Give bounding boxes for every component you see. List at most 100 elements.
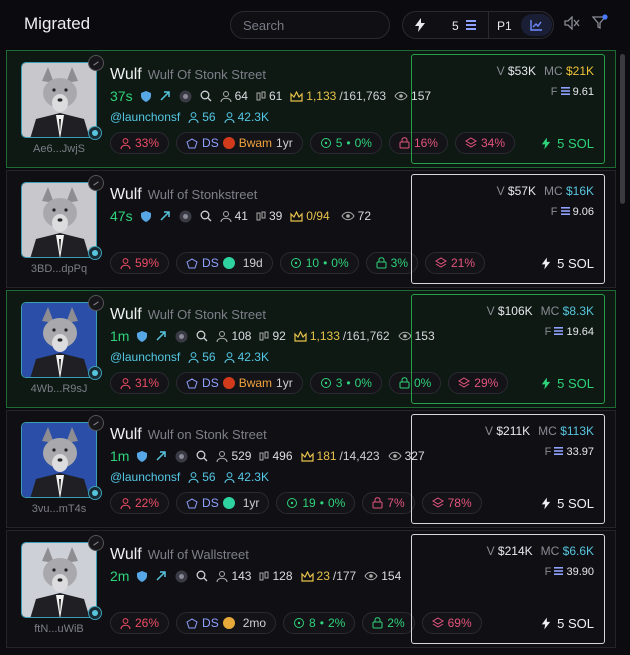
token-title[interactable]: Wulf Wulf Of Stonk Street [110, 306, 266, 324]
hide-icon[interactable] [88, 175, 104, 191]
globe-icon[interactable] [175, 330, 188, 343]
lock-icon [399, 377, 410, 389]
token-symbol: Wulf [110, 186, 142, 203]
market-panel[interactable]: V $57K MC $16K F 9.06 5 SOL [411, 174, 605, 284]
market-cap-value: $113K [560, 424, 594, 438]
globe-icon[interactable] [175, 450, 188, 463]
quick-buy-button[interactable]: 5 SOL [541, 136, 594, 151]
quick-buy-button[interactable]: 5 SOL [541, 376, 594, 391]
link-icon[interactable] [155, 450, 167, 462]
crown-icon [186, 617, 198, 628]
globe-icon[interactable] [179, 210, 192, 223]
snipers-pill[interactable]: 8 • 2% [283, 612, 356, 634]
top10-holders-pill[interactable]: 59% [110, 252, 170, 274]
market-cap-value: $6.6K [562, 544, 594, 558]
search-icon[interactable] [200, 210, 212, 222]
dexscreener-pill[interactable]: DS Bwam 1yr [176, 372, 303, 394]
hide-icon[interactable] [88, 415, 104, 431]
search-icon[interactable] [200, 90, 212, 102]
top10-holders-pill[interactable]: 22% [110, 492, 170, 514]
hide-icon[interactable] [88, 535, 104, 551]
top10-holders-pill[interactable]: 31% [110, 372, 170, 394]
volume-mc: V $214K MC $6.6K [486, 544, 594, 558]
mute-icon[interactable] [564, 16, 580, 30]
search-icon[interactable] [196, 570, 208, 582]
token-title[interactable]: Wulf Wulf of Wallstreet [110, 546, 249, 564]
fee-row: F 9.06 [550, 206, 594, 218]
token-symbol: Wulf [110, 66, 142, 83]
search-input[interactable]: Search [230, 11, 390, 39]
quick-buy-button[interactable]: 5 SOL [541, 256, 594, 271]
token-title[interactable]: Wulf Wulf of Stonkstreet [110, 186, 257, 204]
search-icon[interactable] [196, 330, 208, 342]
token-card[interactable]: 4Wb...R9sJ Wulf Wulf Of Stonk Street 1m 1… [6, 290, 616, 408]
tag-icon [222, 497, 235, 509]
token-card[interactable]: ftN...uWiB Wulf Wulf of Wallstreet 2m 143… [6, 530, 616, 648]
top10-holders-pill[interactable]: 26% [110, 612, 170, 634]
token-avatar[interactable] [21, 62, 97, 138]
snipers-pill[interactable]: 5 • 0% [309, 132, 382, 154]
holders-stat: 41 [220, 209, 248, 223]
twitter-handle[interactable]: @launchonsf [110, 470, 180, 484]
token-address[interactable]: 3BD...dpPq [21, 263, 97, 275]
lightning-icon [541, 377, 551, 390]
insiders-pill[interactable]: 2% [362, 612, 415, 634]
hide-icon[interactable] [88, 55, 104, 71]
divider [488, 12, 489, 38]
preset-button[interactable]: P1 [497, 19, 512, 33]
dexscreener-pill[interactable]: DS 2mo [176, 612, 277, 634]
globe-icon[interactable] [179, 90, 192, 103]
link-icon[interactable] [155, 570, 167, 582]
fee-row: F 33.97 [544, 446, 594, 458]
token-address[interactable]: ftN...uWiB [21, 623, 97, 635]
link-icon[interactable] [159, 210, 171, 222]
insiders-pill[interactable]: 7% [362, 492, 415, 514]
dexscreener-pill[interactable]: DS 19d [176, 252, 273, 274]
dexscreener-pill[interactable]: DS Bwam 1yr [176, 132, 303, 154]
market-panel[interactable]: V $211K MC $113K F 33.97 5 SOL [411, 414, 605, 524]
market-panel[interactable]: V $214K MC $6.6K F 39.90 5 SOL [411, 534, 605, 644]
token-age: 2m [110, 568, 130, 584]
sol-icon [560, 87, 570, 95]
token-card[interactable]: Ae6...JwjS Wulf Wulf Of Stonk Street 37s … [6, 50, 616, 168]
token-title[interactable]: Wulf Wulf Of Stonk Street [110, 66, 266, 84]
token-avatar[interactable] [21, 182, 97, 258]
token-avatar[interactable] [21, 302, 97, 378]
quick-buy-button[interactable]: 5 SOL [541, 496, 594, 511]
token-symbol: Wulf [110, 426, 142, 443]
top10-holders-pill[interactable]: 33% [110, 132, 170, 154]
lightning-icon[interactable] [414, 18, 426, 32]
token-avatar[interactable] [21, 542, 97, 618]
token-symbol: Wulf [110, 546, 142, 563]
token-card[interactable]: 3vu...mT4s Wulf Wulf on Stonk Street 1m 5… [6, 410, 616, 528]
market-panel[interactable]: V $53K MC $21K F 9.61 5 SOL [411, 54, 605, 164]
snipers-pill[interactable]: 3 • 0% [309, 372, 382, 394]
filter-icon[interactable] [592, 14, 608, 30]
dev-migrations-stat: 0/94 [290, 209, 332, 223]
search-icon[interactable] [196, 450, 208, 462]
snipers-pill[interactable]: 19 • 0% [276, 492, 356, 514]
token-stats-row: 37s 64 61 1,133/161,763 157 [110, 88, 431, 104]
users-icon [220, 90, 232, 102]
quick-buy-button[interactable]: 5 SOL [541, 616, 594, 631]
link-icon[interactable] [155, 330, 167, 342]
twitter-handle[interactable]: @launchonsf [110, 350, 180, 364]
token-address[interactable]: 3vu...mT4s [21, 503, 97, 515]
token-avatar[interactable] [21, 422, 97, 498]
hide-icon[interactable] [88, 295, 104, 311]
token-address[interactable]: Ae6...JwjS [21, 143, 97, 155]
chart-toggle-button[interactable] [521, 14, 552, 36]
token-title[interactable]: Wulf Wulf on Stonk Street [110, 426, 267, 444]
token-card[interactable]: 3BD...dpPq Wulf Wulf of Stonkstreet 47s 4… [6, 170, 616, 288]
buy-amount[interactable]: 5 [452, 19, 459, 33]
tag-icon [222, 377, 235, 389]
market-panel[interactable]: V $106K MC $8.3K F 19.64 5 SOL [411, 294, 605, 404]
globe-icon[interactable] [175, 570, 188, 583]
dexscreener-pill[interactable]: DS 1yr [176, 492, 270, 514]
link-icon[interactable] [159, 90, 171, 102]
snipers-pill[interactable]: 10 • 0% [279, 252, 359, 274]
users-icon [216, 450, 228, 462]
crown-icon [300, 570, 314, 582]
token-address[interactable]: 4Wb...R9sJ [21, 383, 97, 395]
twitter-handle[interactable]: @launchonsf [110, 110, 180, 124]
